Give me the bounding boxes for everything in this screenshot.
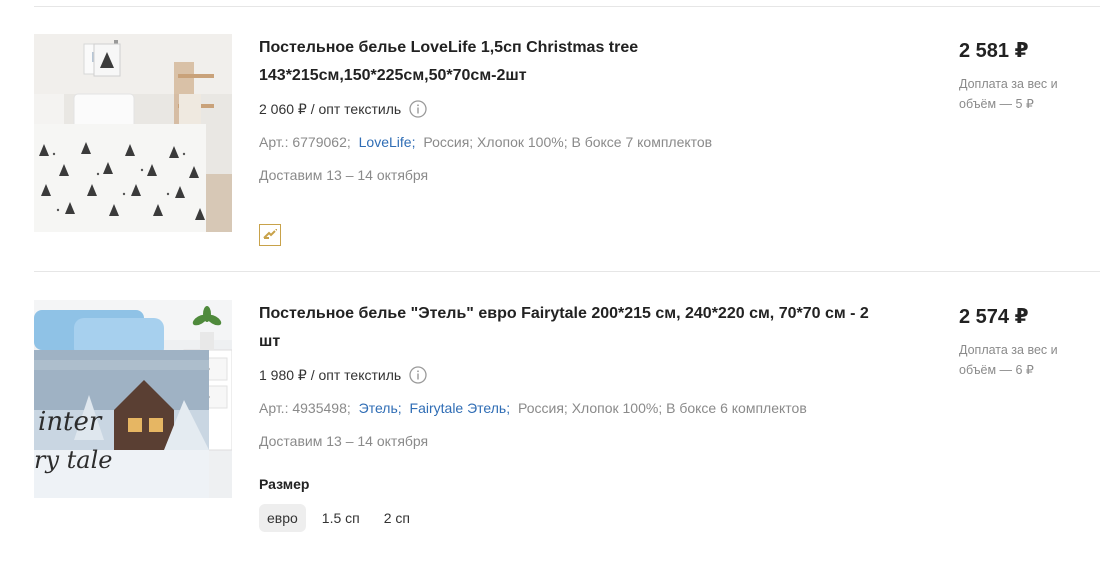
size-option-1-5[interactable]: 1.5 сп [314, 504, 368, 532]
size-label: Размер [259, 476, 310, 492]
divider [34, 6, 1100, 7]
size-option-euro[interactable]: евро [259, 504, 306, 532]
opt-price: 1 980 ₽ / опт текстиль [259, 366, 427, 384]
product-price: 2 581 ₽ [959, 40, 1029, 62]
size-option-2[interactable]: 2 сп [376, 504, 418, 532]
info-icon[interactable] [409, 100, 427, 118]
product-attributes: Россия; Хлопок 100%; В боксе 6 комплекто… [518, 400, 807, 416]
opt-price: 2 060 ₽ / опт текстиль [259, 100, 427, 118]
product-title[interactable]: Постельное белье LoveLife 1,5сп Christma… [259, 34, 879, 90]
product-title[interactable]: Постельное белье "Этель" евро Fairytale … [259, 300, 879, 356]
product-image[interactable]: inter ry tale [34, 300, 232, 498]
product-meta: Арт.: 6779062; LoveLife; Россия; Хлопок … [259, 134, 712, 150]
product-meta: Арт.: 4935498; Этель; Fairytale Этель; Р… [259, 400, 807, 416]
size-selector: евро 1.5 сп 2 сп [259, 504, 418, 532]
article-number: Арт.: 6779062; [259, 134, 351, 150]
brand-link[interactable]: Этель; [359, 400, 402, 416]
product-image[interactable] [34, 34, 232, 232]
fast-delivery-icon[interactable] [259, 224, 281, 246]
surcharge-note: Доплата за вес и объём — 6 ₽ [959, 343, 1058, 377]
info-icon[interactable] [409, 366, 427, 384]
svg-text:inter: inter [38, 407, 103, 437]
opt-price-text: 1 980 ₽ / опт текстиль [259, 366, 402, 383]
opt-price-text: 2 060 ₽ / опт текстиль [259, 100, 402, 117]
brand-link[interactable]: LoveLife; [359, 134, 416, 150]
divider [34, 271, 1100, 272]
delivery-date: Доставим 13 – 14 октября [259, 167, 429, 183]
article-number: Арт.: 4935498; [259, 400, 351, 416]
svg-text:ry tale: ry tale [34, 446, 113, 474]
brand-link[interactable]: Fairytale Этель; [410, 400, 511, 416]
product-attributes: Россия; Хлопок 100%; В боксе 7 комплекто… [423, 134, 713, 150]
product-price: 2 574 ₽ [959, 306, 1029, 328]
surcharge-note: Доплата за вес и объём — 5 ₽ [959, 77, 1058, 111]
product-list: Постельное белье LoveLife 1,5сп Christma… [0, 0, 1100, 571]
delivery-date: Доставим 13 – 14 октября [259, 433, 429, 449]
